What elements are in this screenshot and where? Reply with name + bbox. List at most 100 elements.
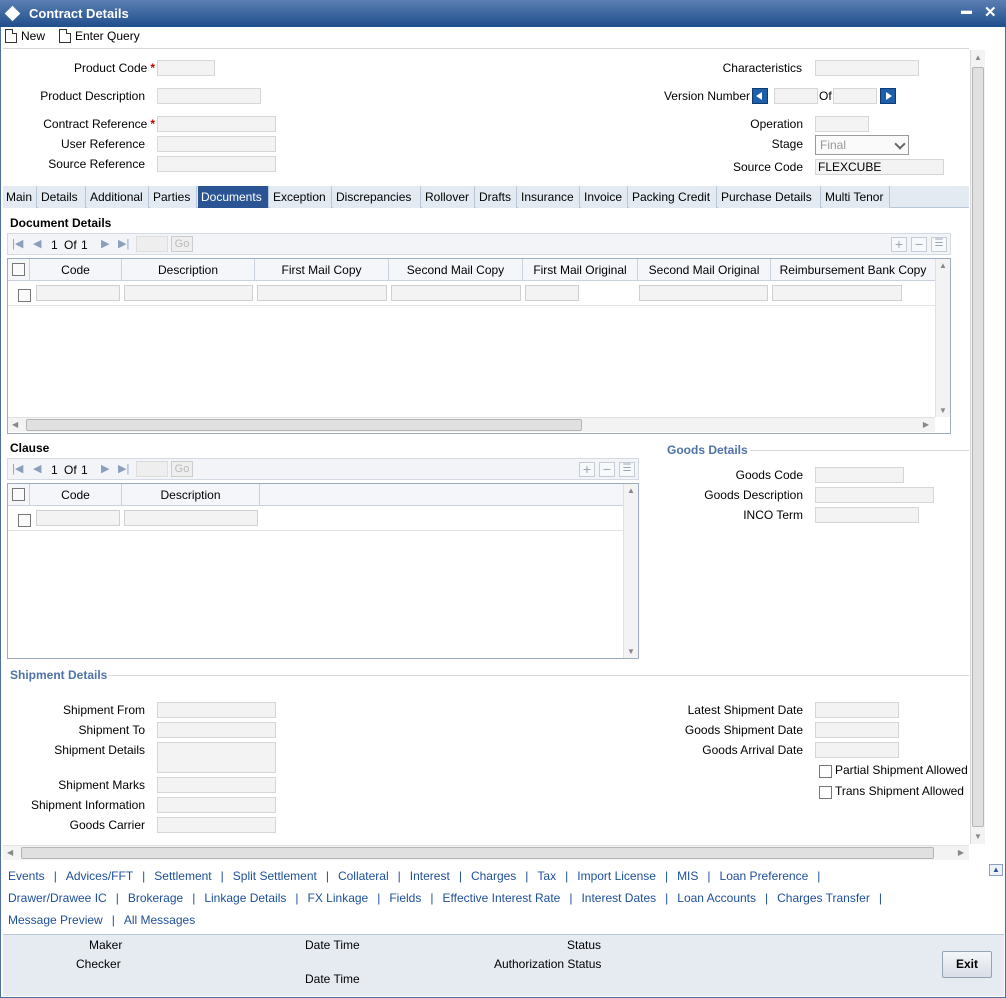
- add-row-icon[interactable]: +: [579, 462, 595, 477]
- version-next-button[interactable]: [880, 88, 896, 104]
- scroll-up-icon[interactable]: ▲: [974, 53, 982, 62]
- tab-documents[interactable]: Documents: [198, 186, 269, 208]
- shipment-details-textarea[interactable]: [157, 742, 276, 773]
- first-mail-copy-input[interactable]: [257, 285, 387, 301]
- next-page-icon[interactable]: ▶: [101, 237, 109, 250]
- link-import-license[interactable]: Import License: [577, 869, 656, 883]
- tab-invoice[interactable]: Invoice: [581, 186, 628, 208]
- first-page-icon[interactable]: |◀: [12, 237, 23, 250]
- stage-select[interactable]: Final: [815, 135, 909, 155]
- tab-insurance[interactable]: Insurance: [518, 186, 580, 208]
- last-page-icon[interactable]: ▶|: [118, 462, 129, 475]
- main-hscroll[interactable]: ◀ ▶: [3, 845, 969, 860]
- tab-purchase-details[interactable]: Purchase Details: [718, 186, 821, 208]
- enter-query-button[interactable]: Enter Query: [59, 28, 140, 44]
- link-loan-accounts[interactable]: Loan Accounts: [677, 891, 756, 905]
- scroll-up-icon[interactable]: ▲: [627, 486, 635, 495]
- scroll-down-icon[interactable]: ▼: [939, 406, 947, 415]
- col-first-mail-copy[interactable]: First Mail Copy: [255, 259, 389, 281]
- go-button[interactable]: Go: [171, 461, 193, 477]
- minimize-icon[interactable]: ▬: [961, 5, 972, 17]
- characteristics-input[interactable]: [815, 60, 919, 76]
- select-all-checkbox[interactable]: [12, 488, 25, 501]
- tab-additional[interactable]: Additional: [87, 186, 149, 208]
- page-number-input[interactable]: [136, 236, 168, 252]
- version-prev-button[interactable]: [752, 88, 768, 104]
- latest-shipment-date-input[interactable]: [815, 702, 899, 718]
- scroll-left-icon[interactable]: ◀: [12, 420, 18, 429]
- scroll-up-icon[interactable]: ▲: [939, 261, 947, 270]
- goods-carrier-input[interactable]: [157, 817, 276, 833]
- partial-shipment-checkbox[interactable]: [819, 765, 832, 778]
- scroll-thumb[interactable]: [26, 419, 582, 431]
- tab-discrepancies[interactable]: Discrepancies: [333, 186, 421, 208]
- description-cell-input[interactable]: [124, 285, 253, 301]
- col-description[interactable]: Description: [122, 484, 260, 506]
- tab-main[interactable]: Main: [3, 186, 37, 208]
- link-mis[interactable]: MIS: [677, 869, 698, 883]
- link-loan-preference[interactable]: Loan Preference: [720, 869, 809, 883]
- delete-row-icon[interactable]: −: [599, 462, 615, 477]
- prev-page-icon[interactable]: ◀: [33, 462, 41, 475]
- shipment-marks-input[interactable]: [157, 777, 276, 793]
- product-code-input[interactable]: [157, 60, 215, 76]
- goods-code-input[interactable]: [815, 467, 904, 483]
- tab-drafts[interactable]: Drafts: [476, 186, 517, 208]
- link-interest[interactable]: Interest: [410, 869, 450, 883]
- select-all-checkbox[interactable]: [12, 263, 25, 276]
- code-cell-input[interactable]: [36, 510, 120, 526]
- second-mail-original-input[interactable]: [639, 285, 768, 301]
- col-second-mail-copy[interactable]: Second Mail Copy: [389, 259, 523, 281]
- tab-details[interactable]: Details: [38, 186, 86, 208]
- link-charges[interactable]: Charges: [471, 869, 516, 883]
- document-grid-hscroll[interactable]: ◀ ▶: [8, 417, 935, 432]
- page-number-input[interactable]: [136, 461, 168, 477]
- next-page-icon[interactable]: ▶: [101, 462, 109, 475]
- tab-packing-credit[interactable]: Packing Credit: [629, 186, 717, 208]
- col-description[interactable]: Description: [122, 259, 255, 281]
- source-code-input[interactable]: FLEXCUBE: [815, 159, 944, 175]
- close-icon[interactable]: ✕: [984, 3, 997, 21]
- inco-term-input[interactable]: [815, 507, 919, 523]
- clause-grid-vscroll[interactable]: ▲ ▼: [623, 484, 638, 658]
- goods-arrival-date-input[interactable]: [815, 742, 899, 758]
- col-reimbursement-bank-copy[interactable]: Reimbursement Bank Copy: [771, 259, 935, 281]
- prev-page-icon[interactable]: ◀: [33, 237, 41, 250]
- link-fields[interactable]: Fields: [389, 891, 421, 905]
- operation-input[interactable]: [815, 116, 869, 132]
- link-linkage-details[interactable]: Linkage Details: [204, 891, 286, 905]
- trans-shipment-checkbox[interactable]: [819, 786, 832, 799]
- shipment-from-input[interactable]: [157, 702, 276, 718]
- new-button[interactable]: New: [5, 28, 45, 44]
- link-message-preview[interactable]: Message Preview: [8, 913, 103, 927]
- row-checkbox[interactable]: [18, 289, 31, 302]
- col-code[interactable]: Code: [30, 484, 122, 506]
- main-hscroll-thumb[interactable]: [21, 847, 934, 859]
- source-reference-input[interactable]: [157, 156, 276, 172]
- description-cell-input[interactable]: [124, 510, 258, 526]
- goods-shipment-date-input[interactable]: [815, 722, 899, 738]
- delete-row-icon[interactable]: −: [911, 237, 927, 252]
- single-view-icon[interactable]: ☰: [931, 237, 947, 252]
- link-collateral[interactable]: Collateral: [338, 869, 389, 883]
- code-cell-input[interactable]: [36, 285, 120, 301]
- tab-rollover[interactable]: Rollover: [422, 186, 475, 208]
- exit-button[interactable]: Exit: [942, 951, 992, 978]
- link-brokerage[interactable]: Brokerage: [128, 891, 183, 905]
- version-number-input[interactable]: [774, 88, 818, 104]
- col-second-mail-original[interactable]: Second Mail Original: [638, 259, 771, 281]
- go-button[interactable]: Go: [171, 236, 193, 252]
- row-checkbox[interactable]: [18, 514, 31, 527]
- link-drawer-drawee-ic[interactable]: Drawer/Drawee IC: [8, 891, 107, 905]
- scroll-down-icon[interactable]: ▼: [974, 832, 982, 841]
- single-view-icon[interactable]: ☰: [619, 462, 635, 477]
- link-events[interactable]: Events: [8, 869, 45, 883]
- last-page-icon[interactable]: ▶|: [118, 237, 129, 250]
- col-code[interactable]: Code: [30, 259, 122, 281]
- first-mail-original-input[interactable]: [525, 285, 579, 301]
- link-advices-fft[interactable]: Advices/FFT: [66, 869, 133, 883]
- shipment-information-input[interactable]: [157, 797, 276, 813]
- scroll-down-icon[interactable]: ▼: [627, 647, 635, 656]
- col-first-mail-original[interactable]: First Mail Original: [523, 259, 638, 281]
- main-vscroll-thumb[interactable]: [972, 67, 984, 827]
